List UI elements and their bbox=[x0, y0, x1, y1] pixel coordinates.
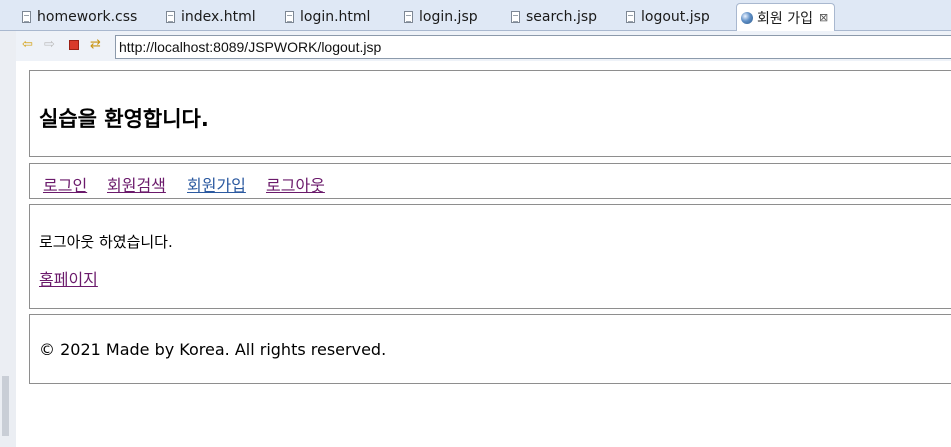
tab-index-html[interactable]: index.html bbox=[166, 3, 256, 30]
tab-label: logout.jsp bbox=[641, 8, 710, 25]
tab-homework-css[interactable]: homework.css bbox=[22, 3, 137, 30]
tab-label: homework.css bbox=[37, 8, 138, 25]
page-nav: 로그인 회원검색 회원가입 로그아웃 bbox=[29, 163, 951, 199]
file-icon bbox=[404, 10, 413, 23]
tab-label: search.jsp bbox=[526, 8, 598, 25]
tab-label: login.jsp bbox=[419, 8, 478, 25]
nav-link-login[interactable]: 로그인 bbox=[43, 172, 87, 196]
page-header: 실습을 환영합니다. bbox=[29, 70, 951, 157]
refresh-icon[interactable]: ⇄ bbox=[90, 38, 101, 52]
file-icon bbox=[166, 10, 175, 23]
forward-icon[interactable]: ⇨ bbox=[44, 38, 55, 52]
tab-label: login.html bbox=[300, 8, 371, 25]
file-icon bbox=[626, 10, 635, 23]
browser-toolbar: ⇦ ⇨ ⇄ bbox=[16, 31, 951, 61]
stop-icon[interactable] bbox=[69, 40, 79, 50]
file-icon bbox=[511, 10, 520, 23]
tab-label: index.html bbox=[181, 8, 256, 25]
file-icon bbox=[22, 10, 31, 23]
home-link[interactable]: 홈페이지 bbox=[39, 266, 98, 290]
nav-link-member-join[interactable]: 회원가입 bbox=[187, 172, 246, 196]
logout-message: 로그아웃 하였습니다. bbox=[39, 233, 173, 251]
tab-logout-jsp[interactable]: logout.jsp bbox=[626, 3, 710, 30]
tab-search-jsp[interactable]: search.jsp bbox=[511, 3, 597, 30]
page-title: 실습을 환영합니다. bbox=[39, 107, 209, 131]
globe-icon bbox=[741, 11, 753, 24]
back-icon[interactable]: ⇦ bbox=[22, 38, 33, 52]
close-icon[interactable]: ⊠ bbox=[819, 11, 828, 24]
tab-login-jsp[interactable]: login.jsp bbox=[404, 3, 478, 30]
tab-login-html[interactable]: login.html bbox=[285, 3, 370, 30]
page-footer: © 2021 Made by Korea. All rights reserve… bbox=[29, 314, 951, 384]
editor-tab-bar: homework.css index.html login.html login… bbox=[0, 0, 951, 31]
gutter-marker bbox=[2, 376, 9, 436]
nav-link-member-search[interactable]: 회원검색 bbox=[107, 172, 166, 196]
tab-member-join[interactable]: 회원 가입 ⊠ bbox=[736, 3, 836, 31]
left-gutter bbox=[0, 31, 16, 447]
file-icon bbox=[285, 10, 294, 23]
url-input[interactable] bbox=[115, 35, 951, 59]
tab-label: 회원 가입 bbox=[757, 10, 813, 27]
footer-copyright: © 2021 Made by Korea. All rights reserve… bbox=[39, 340, 387, 359]
nav-link-logout[interactable]: 로그아웃 bbox=[266, 172, 325, 196]
page-main: 로그아웃 하였습니다. 홈페이지 bbox=[29, 204, 951, 309]
